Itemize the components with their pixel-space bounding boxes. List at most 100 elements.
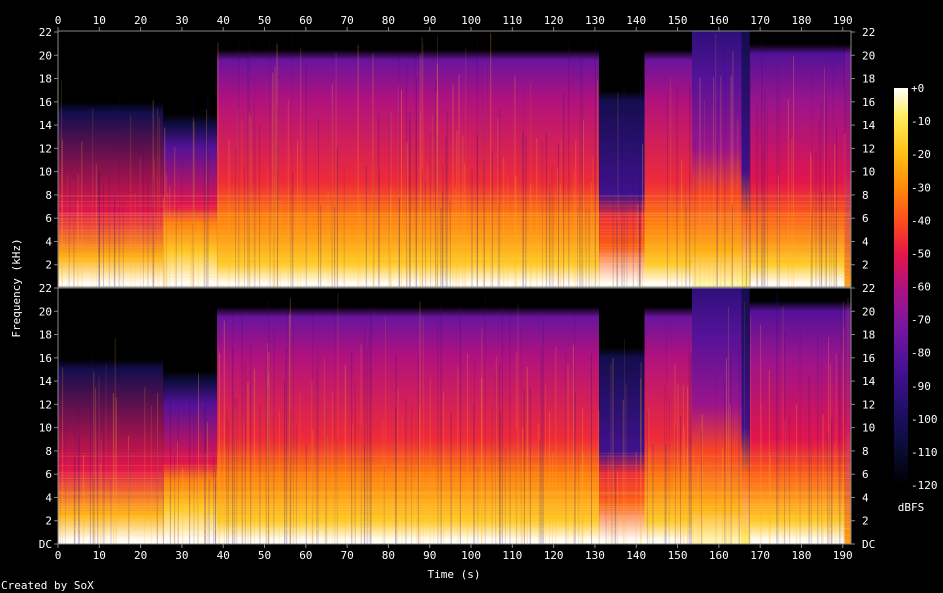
harmonic-line bbox=[58, 222, 851, 223]
y-tick-label-right: 22 bbox=[862, 282, 875, 295]
harmonic-line bbox=[58, 501, 851, 502]
spectrogram-streak bbox=[688, 344, 690, 544]
x-tick-label-bottom: 10 bbox=[93, 549, 106, 562]
harmonic-line bbox=[58, 218, 851, 220]
spectrogram-streak bbox=[226, 409, 228, 544]
spectrogram-streak bbox=[357, 44, 359, 288]
spectrogram-streak bbox=[248, 112, 250, 287]
colorbar-tick-label: -70 bbox=[911, 314, 931, 327]
harmonic-line bbox=[58, 220, 851, 222]
spectrogram-streak bbox=[824, 67, 825, 287]
spectrogram-streak bbox=[279, 410, 280, 544]
spectrogram-streak bbox=[437, 323, 439, 544]
spectrogram-streak bbox=[530, 83, 532, 287]
x-tick-label-bottom: 160 bbox=[709, 549, 729, 562]
spectrogram-streak bbox=[464, 163, 466, 287]
spectrogram-streak bbox=[95, 163, 97, 287]
spectrogram-streak bbox=[481, 378, 483, 544]
harmonic-line bbox=[58, 280, 851, 282]
harmonic-line bbox=[58, 480, 851, 482]
harmonic-line bbox=[58, 258, 851, 260]
y-tick-label-left: 8 bbox=[45, 189, 52, 202]
y-tick-label-left: 14 bbox=[39, 375, 53, 388]
spectrogram-streak bbox=[336, 147, 338, 287]
spectrogram-streak bbox=[320, 205, 322, 287]
spectrogram-streak bbox=[689, 86, 691, 287]
spectrogram-streak bbox=[218, 346, 220, 544]
y-tick-label-left: 20 bbox=[39, 49, 52, 62]
y-tick-label-left: 20 bbox=[39, 305, 52, 318]
harmonic-line bbox=[58, 257, 851, 259]
spectrogram-streak bbox=[164, 225, 165, 287]
spectrogram-streak bbox=[450, 413, 452, 544]
y-tick-label-right: 2 bbox=[862, 515, 869, 528]
harmonic-line bbox=[58, 534, 851, 536]
harmonic-line bbox=[58, 214, 851, 216]
harmonic-line bbox=[58, 276, 851, 278]
spectrogram-streak bbox=[827, 431, 829, 544]
spectrogram-streak bbox=[598, 410, 600, 544]
x-tick-label-bottom: 40 bbox=[217, 549, 230, 562]
harmonic-line bbox=[58, 503, 851, 505]
spectrogram-streak bbox=[760, 201, 762, 287]
spectrogram-streak bbox=[670, 78, 672, 287]
harmonic-line bbox=[58, 252, 851, 254]
spectrogram-streak bbox=[776, 291, 778, 544]
harmonic-line bbox=[58, 541, 851, 543]
spectrogram-streak bbox=[614, 376, 616, 544]
harmonic-line bbox=[58, 485, 851, 487]
spectrogram-streak bbox=[238, 40, 240, 288]
spectrogram-streak bbox=[193, 121, 195, 287]
spectrogram-streak bbox=[292, 290, 294, 544]
harmonic-line bbox=[58, 494, 851, 496]
spectrogram-streak bbox=[572, 345, 574, 544]
harmonic-line bbox=[58, 200, 851, 202]
spectrogram-streak bbox=[808, 376, 810, 544]
x-tick-label-top: 20 bbox=[134, 14, 147, 27]
spectrogram-streak bbox=[128, 450, 130, 544]
spectrogram-streak bbox=[490, 32, 492, 287]
spectrogram-streak bbox=[217, 42, 219, 287]
harmonic-line bbox=[58, 511, 851, 513]
x-tick-label-top: 60 bbox=[299, 14, 312, 27]
y-tick-label-left: 4 bbox=[45, 235, 52, 248]
y-tick-label-right: 20 bbox=[862, 49, 875, 62]
spectrogram-streak bbox=[583, 120, 584, 287]
spectrogram-streak bbox=[409, 111, 411, 287]
harmonic-line bbox=[58, 472, 851, 474]
colorbar-tick-label: -10 bbox=[911, 115, 931, 128]
spectrogram-streak bbox=[422, 43, 424, 288]
spectrogram-streak bbox=[269, 38, 271, 287]
spectrogram-streak bbox=[114, 338, 116, 544]
y-tick-label-left: 6 bbox=[45, 468, 52, 481]
harmonic-line bbox=[58, 465, 851, 467]
spectrogram-streak bbox=[699, 77, 701, 287]
y-tick-label-left: 8 bbox=[45, 445, 52, 458]
y-tick-label-left: 22 bbox=[39, 26, 52, 39]
y-tick-label-left: 18 bbox=[39, 329, 52, 342]
y-tick-label-left: 22 bbox=[39, 282, 52, 295]
harmonic-line bbox=[58, 522, 851, 524]
y-tick-label-right: 8 bbox=[862, 445, 869, 458]
spectrogram-streak bbox=[715, 33, 717, 287]
spectrogram-streak bbox=[737, 119, 739, 287]
harmonic-line bbox=[58, 264, 851, 266]
spectrogram-streak bbox=[580, 182, 582, 287]
spectrogram-streak bbox=[476, 41, 478, 288]
y-tick-label-left: 16 bbox=[39, 96, 52, 109]
y-axis-label: Frequency (kHz) bbox=[10, 238, 23, 337]
x-tick-label-top: 150 bbox=[668, 14, 688, 27]
spectrogram-streak bbox=[523, 390, 525, 544]
spectrogram-segment bbox=[163, 31, 217, 287]
harmonic-line bbox=[58, 226, 851, 228]
spectrogram-streak bbox=[465, 48, 467, 287]
harmonic-line bbox=[58, 453, 851, 454]
harmonic-line bbox=[58, 477, 851, 479]
harmonic-line bbox=[58, 283, 851, 285]
harmonic-line bbox=[58, 516, 851, 518]
spectrogram-channel-2 bbox=[58, 288, 852, 544]
spectrogram-streak bbox=[748, 375, 750, 544]
x-tick-label-bottom: 60 bbox=[299, 549, 312, 562]
spectrogram-streak bbox=[440, 208, 442, 287]
spectrogram-streak bbox=[457, 366, 459, 544]
